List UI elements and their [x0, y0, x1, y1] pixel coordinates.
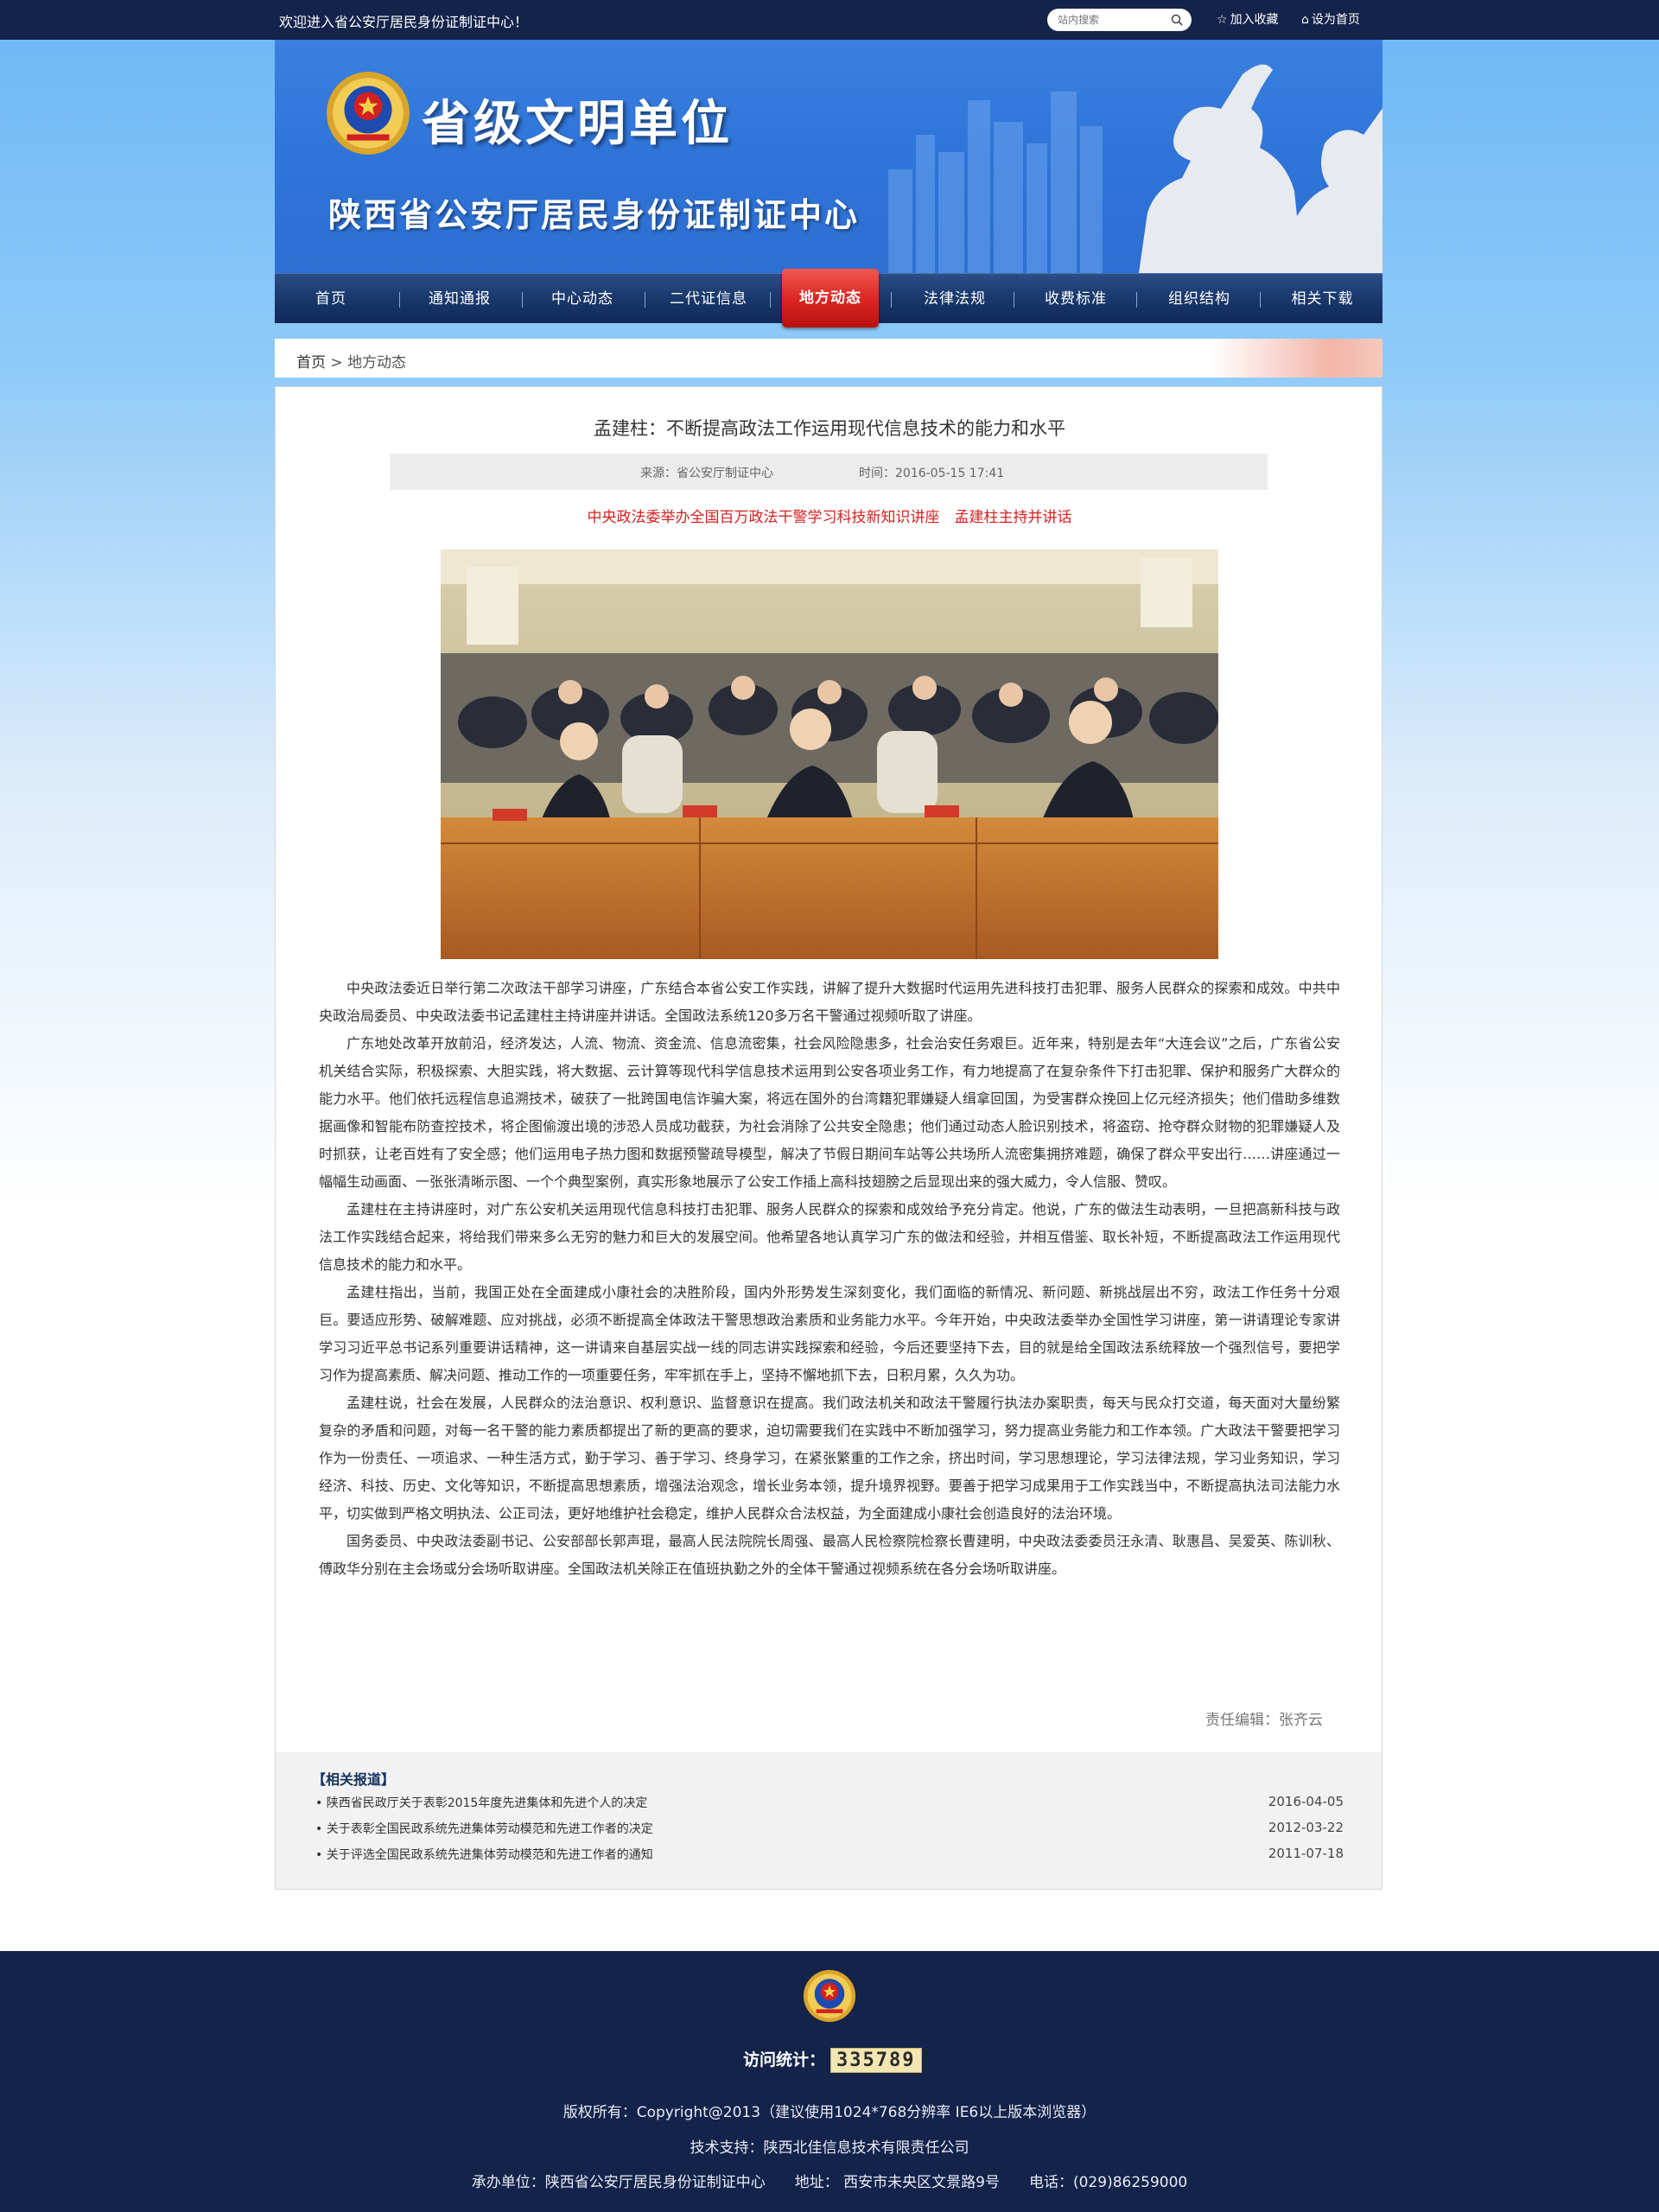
footer: 访问统计： 335789 版权所有：Copyright@2013（建议使用1024…: [0, 1951, 1659, 2212]
related-item-date: 2012-03-22: [1268, 1820, 1344, 1835]
welcome-text: 欢迎进入省公安厅居民身份证制证中心！: [279, 14, 529, 30]
related-item[interactable]: • 关于表彰全国民政系统先进集体劳动模范和先进工作者的决定 2012-03-22: [315, 1820, 1344, 1837]
article-time: 时间：2016-05-15 17:41: [859, 467, 1005, 480]
related-item-date: 2011-07-18: [1268, 1846, 1344, 1861]
related-item[interactable]: • 关于评选全国民政系统先进集体劳动模范和先进工作者的通知 2011-07-18: [315, 1846, 1344, 1863]
nav-item-organization[interactable]: 组织结构: [1139, 274, 1260, 324]
nav-divider: [399, 292, 400, 308]
set-homepage-link[interactable]: ⌂ 设为首页: [1301, 10, 1360, 28]
visit-counter: 访问统计： 335789: [743, 2047, 922, 2073]
breadcrumb-text: 首页 > 地方动态: [296, 350, 406, 372]
related-item-title: • 陕西省民政厅关于表彰2015年度先进集体和先进个人的决定: [315, 1796, 648, 1810]
nav-item-center-news[interactable]: 中心动态: [525, 274, 639, 324]
nav-divider: [1260, 292, 1261, 308]
related-item[interactable]: • 陕西省民政厅关于表彰2015年度先进集体和先进个人的决定 2016-04-0…: [315, 1794, 1344, 1811]
breadcrumb-decoration: [1210, 339, 1382, 378]
related-item-title: • 关于评选全国民政系统先进集体劳动模范和先进工作者的通知: [315, 1848, 653, 1862]
article-paragraph: 国务委员、中央政法委副书记、公安部部长郭声琨，最高人民法院院长周强、最高人民检察…: [319, 1533, 1340, 1577]
nav-divider: [522, 292, 523, 308]
article-subtitle: 中央政法委举办全国百万政法干警学习科技新知识讲座 孟建柱主持并讲话: [587, 509, 1072, 526]
nav-divider: [770, 292, 771, 308]
police-emblem-icon: [327, 72, 410, 155]
article-paragraph: 孟建柱在主持讲座时，对广东公安机关运用现代信息科技打击犯罪、服务人民群众的探索和…: [319, 1201, 1340, 1273]
article-editor: 责任编辑：张齐云: [1205, 1712, 1323, 1729]
main-nav: 首页 通知通报 中心动态 二代证信息 地方动态 法律法规 收费标准 组织结构 相…: [275, 269, 1382, 327]
article-paragraph: 广东地处改革开放前沿，经济发达，人流、物流、资金流、信息流密集，社会风险隐患多，…: [319, 1035, 1340, 1190]
top-bar: 欢迎进入省公安厅居民身份证制证中心！ ☆加入收藏 ⌂设为首页: [0, 0, 1659, 40]
nav-item-id-info[interactable]: 二代证信息: [646, 274, 771, 324]
breadcrumb-separator: >: [326, 354, 348, 372]
breadcrumb-current: 地方动态: [347, 354, 407, 372]
nav-item-laws[interactable]: 法律法规: [893, 274, 1016, 324]
breadcrumb-home-link[interactable]: 首页: [296, 354, 326, 372]
home-icon: ⌂: [1301, 13, 1309, 27]
copyright-text: 版权所有：Copyright@2013（建议使用1024*768分辨率 IE6以…: [563, 2104, 1096, 2121]
visit-count: 335789: [830, 2048, 922, 2073]
article-paragraph: 中央政法委近日举行第二次政法干部学习讲座，广东结合本省公安工作实践，讲解了提升大…: [319, 980, 1340, 1024]
related-reports: 【相关报道】 • 陕西省民政厅关于表彰2015年度先进集体和先进个人的决定 20…: [276, 1752, 1382, 1889]
nav-item-home[interactable]: 首页: [275, 274, 387, 324]
add-bookmark-link[interactable]: ☆ 加入收藏: [1217, 10, 1279, 28]
article-paragraph: 孟建柱指出，当前，我国正处在全面建成小康社会的决胜阶段，国内外形势发生深刻变化，…: [319, 1284, 1340, 1383]
star-icon: ☆: [1217, 13, 1228, 27]
search-icon[interactable]: [1171, 14, 1183, 26]
article-source: 来源：省公安厅制证中心: [640, 467, 773, 480]
related-item-date: 2016-04-05: [1268, 1794, 1344, 1809]
article-panel: 孟建柱：不断提高政法工作运用现代信息技术的能力和水平 来源：省公安厅制证中心 时…: [275, 386, 1382, 1890]
nav-divider: [1136, 292, 1137, 308]
related-heading: 【相关报道】: [312, 1771, 396, 1788]
article-paragraph: 孟建柱说，社会在发展，人民群众的法治意识、权利意识、监督意识在提高。我们政法机关…: [319, 1395, 1340, 1522]
site-search: [1047, 9, 1192, 31]
breadcrumb: 首页 > 地方动态: [275, 339, 1382, 378]
nav-item-local-news[interactable]: 地方动态: [782, 269, 879, 327]
banner-title: 省级文明单位: [422, 96, 733, 152]
article-title: 孟建柱：不断提高政法工作运用现代信息技术的能力和水平: [594, 418, 1065, 439]
add-bookmark-label: 加入收藏: [1230, 13, 1279, 27]
banner-subtitle: 陕西省公安厅居民身份证制证中心: [328, 196, 861, 234]
organizer-text: 承办单位：陕西省公安厅居民身份证制证中心 地址： 西安市未央区文景路9号 电话：…: [471, 2174, 1188, 2191]
tech-support-text: 技术支持：陕西北佳信息技术有限责任公司: [690, 2139, 969, 2157]
nav-item-downloads[interactable]: 相关下载: [1262, 274, 1382, 324]
nav-item-fees[interactable]: 收费标准: [1016, 274, 1135, 324]
search-input[interactable]: [1058, 12, 1161, 28]
article-meta: 来源：省公安厅制证中心 时间：2016-05-15 17:41: [390, 454, 1268, 490]
article-body: 中央政法委近日举行第二次政法干部学习讲座，广东结合本省公安工作实践，讲解了提升大…: [319, 975, 1340, 1583]
nav-divider: [891, 292, 892, 308]
set-homepage-label: 设为首页: [1311, 13, 1360, 27]
police-emblem-icon: [803, 1969, 856, 2023]
meeting-photo: [441, 550, 1218, 959]
nav-item-notices[interactable]: 通知通报: [402, 274, 518, 324]
header-banner: 省级文明单位 陕西省公安厅居民身份证制证中心: [275, 40, 1382, 273]
visit-label: 访问统计：: [743, 2050, 826, 2069]
city-skyline-graphic: [888, 64, 1382, 273]
related-item-title: • 关于表彰全国民政系统先进集体劳动模范和先进工作者的决定: [315, 1822, 653, 1836]
